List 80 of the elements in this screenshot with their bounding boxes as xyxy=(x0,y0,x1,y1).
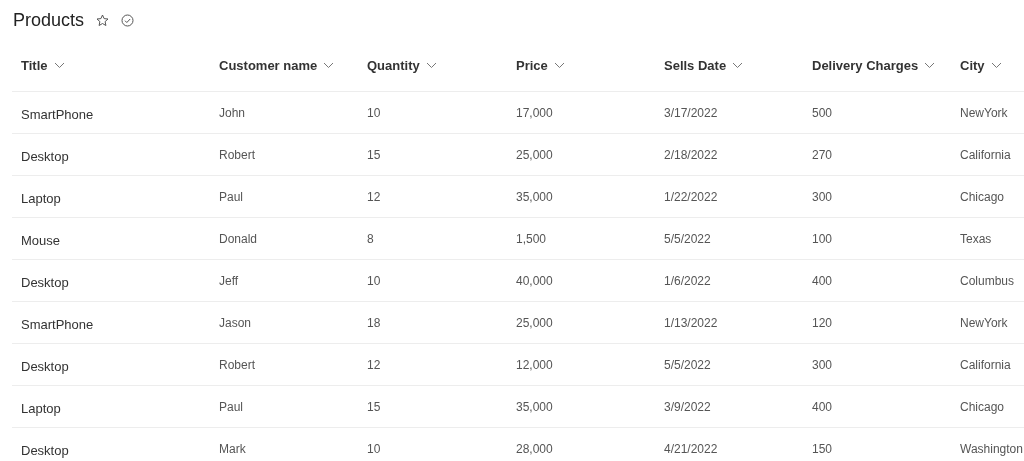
table-cell-text: 10 xyxy=(366,273,382,288)
table-cell-text: 500 xyxy=(811,105,834,120)
table-cell-text: 18 xyxy=(366,315,382,330)
table-cell-text: Mouse xyxy=(20,231,62,248)
table-cell-text: 17,000 xyxy=(515,105,554,120)
table-cell-text: NewYork xyxy=(959,105,1009,120)
chevron-down-icon xyxy=(553,62,565,69)
table-cell-text: 12 xyxy=(366,189,382,204)
table-cell-text: 300 xyxy=(811,357,834,372)
column-header[interactable]: Title xyxy=(12,58,65,73)
column-header[interactable]: Price xyxy=(507,58,565,73)
table-cell-text: 1/22/2022 xyxy=(663,189,719,204)
table-cell-text: 35,000 xyxy=(515,189,554,204)
table-cell-text: California xyxy=(959,147,1012,162)
check-circle-icon[interactable] xyxy=(121,13,135,27)
table-cell-text: NewYork xyxy=(959,315,1009,330)
table-cell-text: 4/21/2022 xyxy=(663,441,719,456)
table-cell-text: 1,500 xyxy=(515,231,548,246)
table-cell-text: 8 xyxy=(366,231,375,246)
table-cell-text: SmartPhone xyxy=(20,315,95,332)
table-cell-text: John xyxy=(218,105,247,120)
table-cell-text: Robert xyxy=(218,147,257,162)
table-cell-text: 25,000 xyxy=(515,315,554,330)
table-cell-text: 5/5/2022 xyxy=(663,357,712,372)
table-cell-text: 120 xyxy=(811,315,834,330)
column-header[interactable]: Customer name xyxy=(210,58,335,73)
favorite-star-icon[interactable] xyxy=(96,13,110,27)
table-cell-text: 100 xyxy=(811,231,834,246)
column-header[interactable]: Quantity xyxy=(358,58,437,73)
table-cell-text: Chicago xyxy=(959,399,1006,414)
table-cell-text: SmartPhone xyxy=(20,105,95,122)
table-cell-text: Chicago xyxy=(959,189,1006,204)
chevron-down-icon xyxy=(323,62,335,69)
table-cell-text: 270 xyxy=(811,147,834,162)
table-cell-text: Mark xyxy=(218,441,247,456)
table-cell-text: 40,000 xyxy=(515,273,554,288)
table-cell-text: Columbus xyxy=(959,273,1016,288)
table-cell-text: 10 xyxy=(366,441,382,456)
table-cell-text: Jason xyxy=(218,315,253,330)
table-cell-text: 400 xyxy=(811,399,834,414)
chevron-down-icon xyxy=(990,62,1002,69)
table-cell-text: 1/6/2022 xyxy=(663,273,712,288)
table-cell-text: 10 xyxy=(366,105,382,120)
table-cell-text: 3/9/2022 xyxy=(663,399,712,414)
table-cell-text: California xyxy=(959,357,1012,372)
table-cell-text: 400 xyxy=(811,273,834,288)
column-header[interactable]: Sells Date xyxy=(655,58,744,73)
table-cell-text: 300 xyxy=(811,189,834,204)
chevron-down-icon xyxy=(732,62,744,69)
chevron-down-icon xyxy=(924,62,936,69)
table-cell-text: Robert xyxy=(218,357,257,372)
table-cell-text: Desktop xyxy=(20,357,70,374)
table-cell-text: 150 xyxy=(811,441,834,456)
table-cell-text: Paul xyxy=(218,399,245,414)
table-cell-text: Laptop xyxy=(20,399,62,416)
table-cell-text: Desktop xyxy=(20,147,70,164)
table-cell-text: 15 xyxy=(366,147,382,162)
table-cell-text: 12,000 xyxy=(515,357,554,372)
table-cell-text: 35,000 xyxy=(515,399,554,414)
column-header[interactable]: Delivery Charges xyxy=(803,58,936,73)
table-cell-text: 12 xyxy=(366,357,382,372)
table-cell-text: 2/18/2022 xyxy=(663,147,719,162)
table-cell-text: Laptop xyxy=(20,189,62,206)
chevron-down-icon xyxy=(53,62,65,69)
table-cell-text: Donald xyxy=(218,231,259,246)
table-cell-text: Desktop xyxy=(20,273,70,290)
table-cell-text: Desktop xyxy=(20,441,70,458)
chevron-down-icon xyxy=(425,62,437,69)
page-title: Products xyxy=(13,9,85,31)
table-cell-text: 5/5/2022 xyxy=(663,231,712,246)
table-cell-text: 15 xyxy=(366,399,382,414)
table-cell-text: 25,000 xyxy=(515,147,554,162)
column-header[interactable]: City xyxy=(951,58,1002,73)
table-cell-text: 28,000 xyxy=(515,441,554,456)
table-cell-text: 3/17/2022 xyxy=(663,105,719,120)
table-cell-text: Jeff xyxy=(218,273,240,288)
table-cell-text: Paul xyxy=(218,189,245,204)
table-cell-text: 1/13/2022 xyxy=(663,315,719,330)
table-cell-text: Washington xyxy=(959,441,1024,456)
table-cell-text: Texas xyxy=(959,231,993,246)
